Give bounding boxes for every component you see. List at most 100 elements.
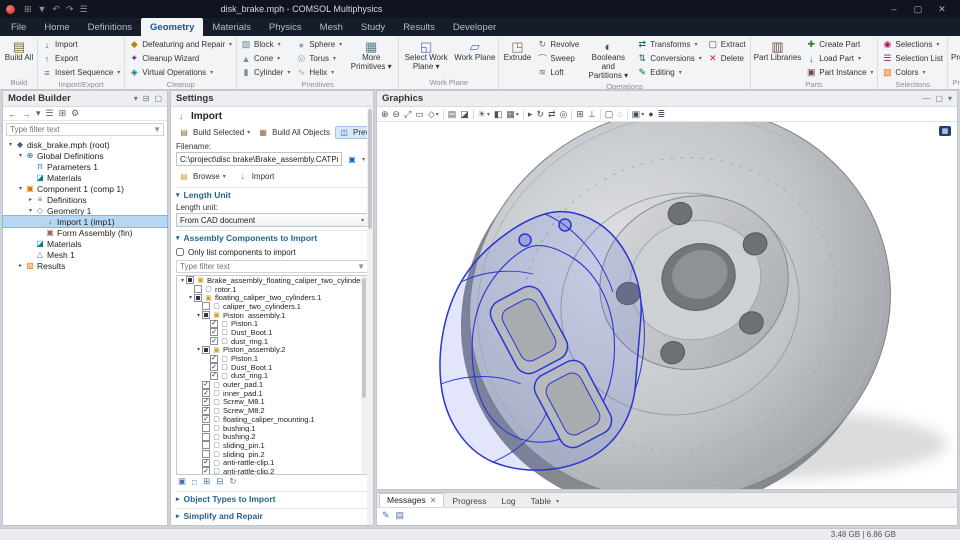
component-checkbox-unchecked[interactable] <box>202 450 210 458</box>
component-tree-node[interactable]: ▢Dust_Boot.1 <box>177 328 367 337</box>
copy-messages-icon[interactable]: ▤ <box>396 510 405 521</box>
menu-tab-file[interactable]: File <box>2 18 35 36</box>
programming-button[interactable]: ⌨Programming ▾ <box>950 38 960 73</box>
save-icon[interactable]: ▼ <box>38 4 47 15</box>
part-libraries-button[interactable]: ▥Part Libraries <box>753 38 803 64</box>
zoom-mode-icon[interactable]: ◎ <box>560 109 568 120</box>
delete-button[interactable]: ✕Delete <box>706 52 748 65</box>
part-instance-button[interactable]: ▣Part Instance▾ <box>804 66 875 79</box>
editing-button[interactable]: ✎Editing▾ <box>635 66 703 79</box>
model-tree-node[interactable]: ↓Import 1 (imp1) <box>3 216 167 227</box>
component-tree-node[interactable]: ▢outer_pad.1 <box>177 380 367 389</box>
menu-tab-geometry[interactable]: Geometry <box>141 18 203 36</box>
collapse-arrow-icon[interactable]: ▾ <box>187 294 194 301</box>
collapse-arrow-icon[interactable]: ▾ <box>195 346 202 353</box>
component-checkbox-checked[interactable] <box>202 467 210 475</box>
cleanup-wizard-button[interactable]: ✦Cleanup Wizard <box>127 52 234 65</box>
load-part-button[interactable]: ↓Load Part▾ <box>804 52 875 65</box>
collapse-arrow-icon[interactable]: ▾ <box>195 312 202 319</box>
filename-input[interactable] <box>180 155 338 164</box>
model-tree-node[interactable]: ▾◇Geometry 1 <box>3 205 167 216</box>
rotate-view-icon[interactable]: ↻ <box>536 109 544 120</box>
browse-button[interactable]: ▤ Browse ▾ <box>176 171 229 182</box>
brake-3d-view[interactable] <box>377 122 957 489</box>
component-tree-node[interactable]: ▢Piston.1 <box>177 319 367 328</box>
back-icon[interactable]: ← <box>8 109 17 119</box>
work-plane-button[interactable]: ▱Work Plane <box>453 38 496 64</box>
close-button[interactable]: ✕ <box>930 0 954 18</box>
build-all-objects-button[interactable]: ▦ Build All Objects <box>255 127 333 138</box>
component-checkbox-partial[interactable] <box>186 276 194 284</box>
minimize-button[interactable]: – <box>882 0 906 18</box>
go-to-default-view-icon[interactable]: ◇ <box>428 109 435 120</box>
messages-tab-log[interactable]: Log <box>494 495 522 507</box>
assembly-components-section-header[interactable]: ▾ Assembly Components to Import <box>176 230 368 244</box>
component-tree-node[interactable]: ▢bushing.1 <box>177 424 367 433</box>
model-tree-node[interactable]: πParameters 1 <box>3 161 167 172</box>
component-tree-node[interactable]: ▢Screw_M8.1 <box>177 398 367 407</box>
collapse-arrow-icon[interactable]: ▾ <box>179 277 186 284</box>
model-tree-node[interactable]: ▸▧Results <box>3 260 167 271</box>
menu-tab-materials[interactable]: Materials <box>203 18 260 36</box>
refresh-list-icon[interactable]: ↻ <box>229 476 236 487</box>
more-primitives-button[interactable]: ▦More Primitives ▾ <box>346 38 396 73</box>
length-unit-section-header[interactable]: ▾ Length Unit <box>176 187 368 201</box>
component-checkbox-unchecked[interactable] <box>202 424 210 432</box>
model-tree-node[interactable]: ▣Form Assembly (fin) <box>3 227 167 238</box>
component-checkbox-unchecked[interactable] <box>202 433 210 441</box>
collapse-all-icon[interactable]: ⊟ <box>143 94 150 103</box>
show-axes-icon[interactable]: ⊥ <box>588 109 596 120</box>
import-button[interactable]: ↓Import <box>40 38 122 51</box>
menu-tab-study[interactable]: Study <box>352 18 394 36</box>
component-checkbox-checked[interactable] <box>202 381 210 389</box>
model-tree-filter-input[interactable] <box>7 125 151 134</box>
component-checkbox-partial[interactable] <box>202 346 210 354</box>
helix-button[interactable]: ∿Helix▾ <box>294 66 344 79</box>
selections-button[interactable]: ◉Selections▾ <box>880 38 945 51</box>
component-checkbox-checked[interactable] <box>210 337 218 345</box>
component-checkbox-checked[interactable] <box>210 328 218 336</box>
collapse-tree-icon[interactable]: ⊟ <box>216 476 223 487</box>
import-button[interactable]: ↓ Import <box>235 171 278 182</box>
component-filter-input[interactable] <box>177 262 355 271</box>
zoom-box-icon[interactable]: ▭ <box>415 109 424 120</box>
component-tree-node[interactable]: ▢Screw_M8.2 <box>177 406 367 415</box>
settings-icon[interactable]: ☰ <box>80 4 88 15</box>
extrude-button[interactable]: ◳Extrude <box>501 38 533 64</box>
menu-tab-mesh[interactable]: Mesh <box>311 18 352 36</box>
expand-arrow-icon[interactable]: ▸ <box>26 196 35 203</box>
recent-files-button[interactable]: ▣ ▾ <box>344 154 368 165</box>
clear-messages-icon[interactable]: ✎ <box>382 510 390 521</box>
component-tree-node[interactable]: ▢sliding_pin.2 <box>177 450 367 459</box>
app-menu-icon[interactable]: ⊞ <box>24 4 32 15</box>
component-checkbox-checked[interactable] <box>202 459 210 467</box>
orthographic-projection-icon[interactable]: ▤ <box>448 109 457 120</box>
component-tree-node[interactable]: ▢Dust_Boot.1 <box>177 363 367 372</box>
revolve-button[interactable]: ↻Revolve <box>535 38 581 51</box>
insert-sequence-button[interactable]: ≡Insert Sequence▾ <box>40 66 122 79</box>
model-tree-node[interactable]: ▾▣Component 1 (comp 1) <box>3 183 167 194</box>
close-tab-icon[interactable]: ✕ <box>430 496 437 505</box>
block-button[interactable]: ▧Block▾ <box>239 38 292 51</box>
component-checkbox-checked[interactable] <box>202 398 210 406</box>
torus-button[interactable]: ◎Torus▾ <box>294 52 344 65</box>
build-selected-button[interactable]: ▤ Build Selected ▾ <box>176 127 253 138</box>
component-checkbox-checked[interactable] <box>202 407 210 415</box>
record-animation-icon[interactable]: ● <box>648 109 653 119</box>
messages-tab-progress[interactable]: Progress <box>445 495 493 507</box>
detach-panel-icon[interactable]: ▢ <box>154 94 162 103</box>
menu-tab-home[interactable]: Home <box>35 18 78 36</box>
component-checkbox-unchecked[interactable] <box>202 302 210 310</box>
virtual-operations-button[interactable]: ◈Virtual Operations▾ <box>127 66 234 79</box>
maximize-button[interactable]: ▢ <box>906 0 930 18</box>
zoom-extents-icon[interactable]: ⤢ <box>404 109 411 120</box>
component-checkbox-checked[interactable] <box>202 389 210 397</box>
collapse-arrow-icon[interactable]: ▾ <box>6 141 15 148</box>
object-types-section-header[interactable]: ▸ Object Types to Import <box>176 491 368 505</box>
component-tree-node[interactable]: ▢inner_pad.1 <box>177 389 367 398</box>
component-checkbox-checked[interactable] <box>202 415 210 423</box>
show-grid-icon[interactable]: ⊞ <box>576 109 584 120</box>
model-tree-node[interactable]: ◪Materials <box>3 172 167 183</box>
select-work-plane-button[interactable]: ◱Select Work Plane ▾ <box>401 38 451 73</box>
forward-icon[interactable]: → <box>22 109 31 119</box>
